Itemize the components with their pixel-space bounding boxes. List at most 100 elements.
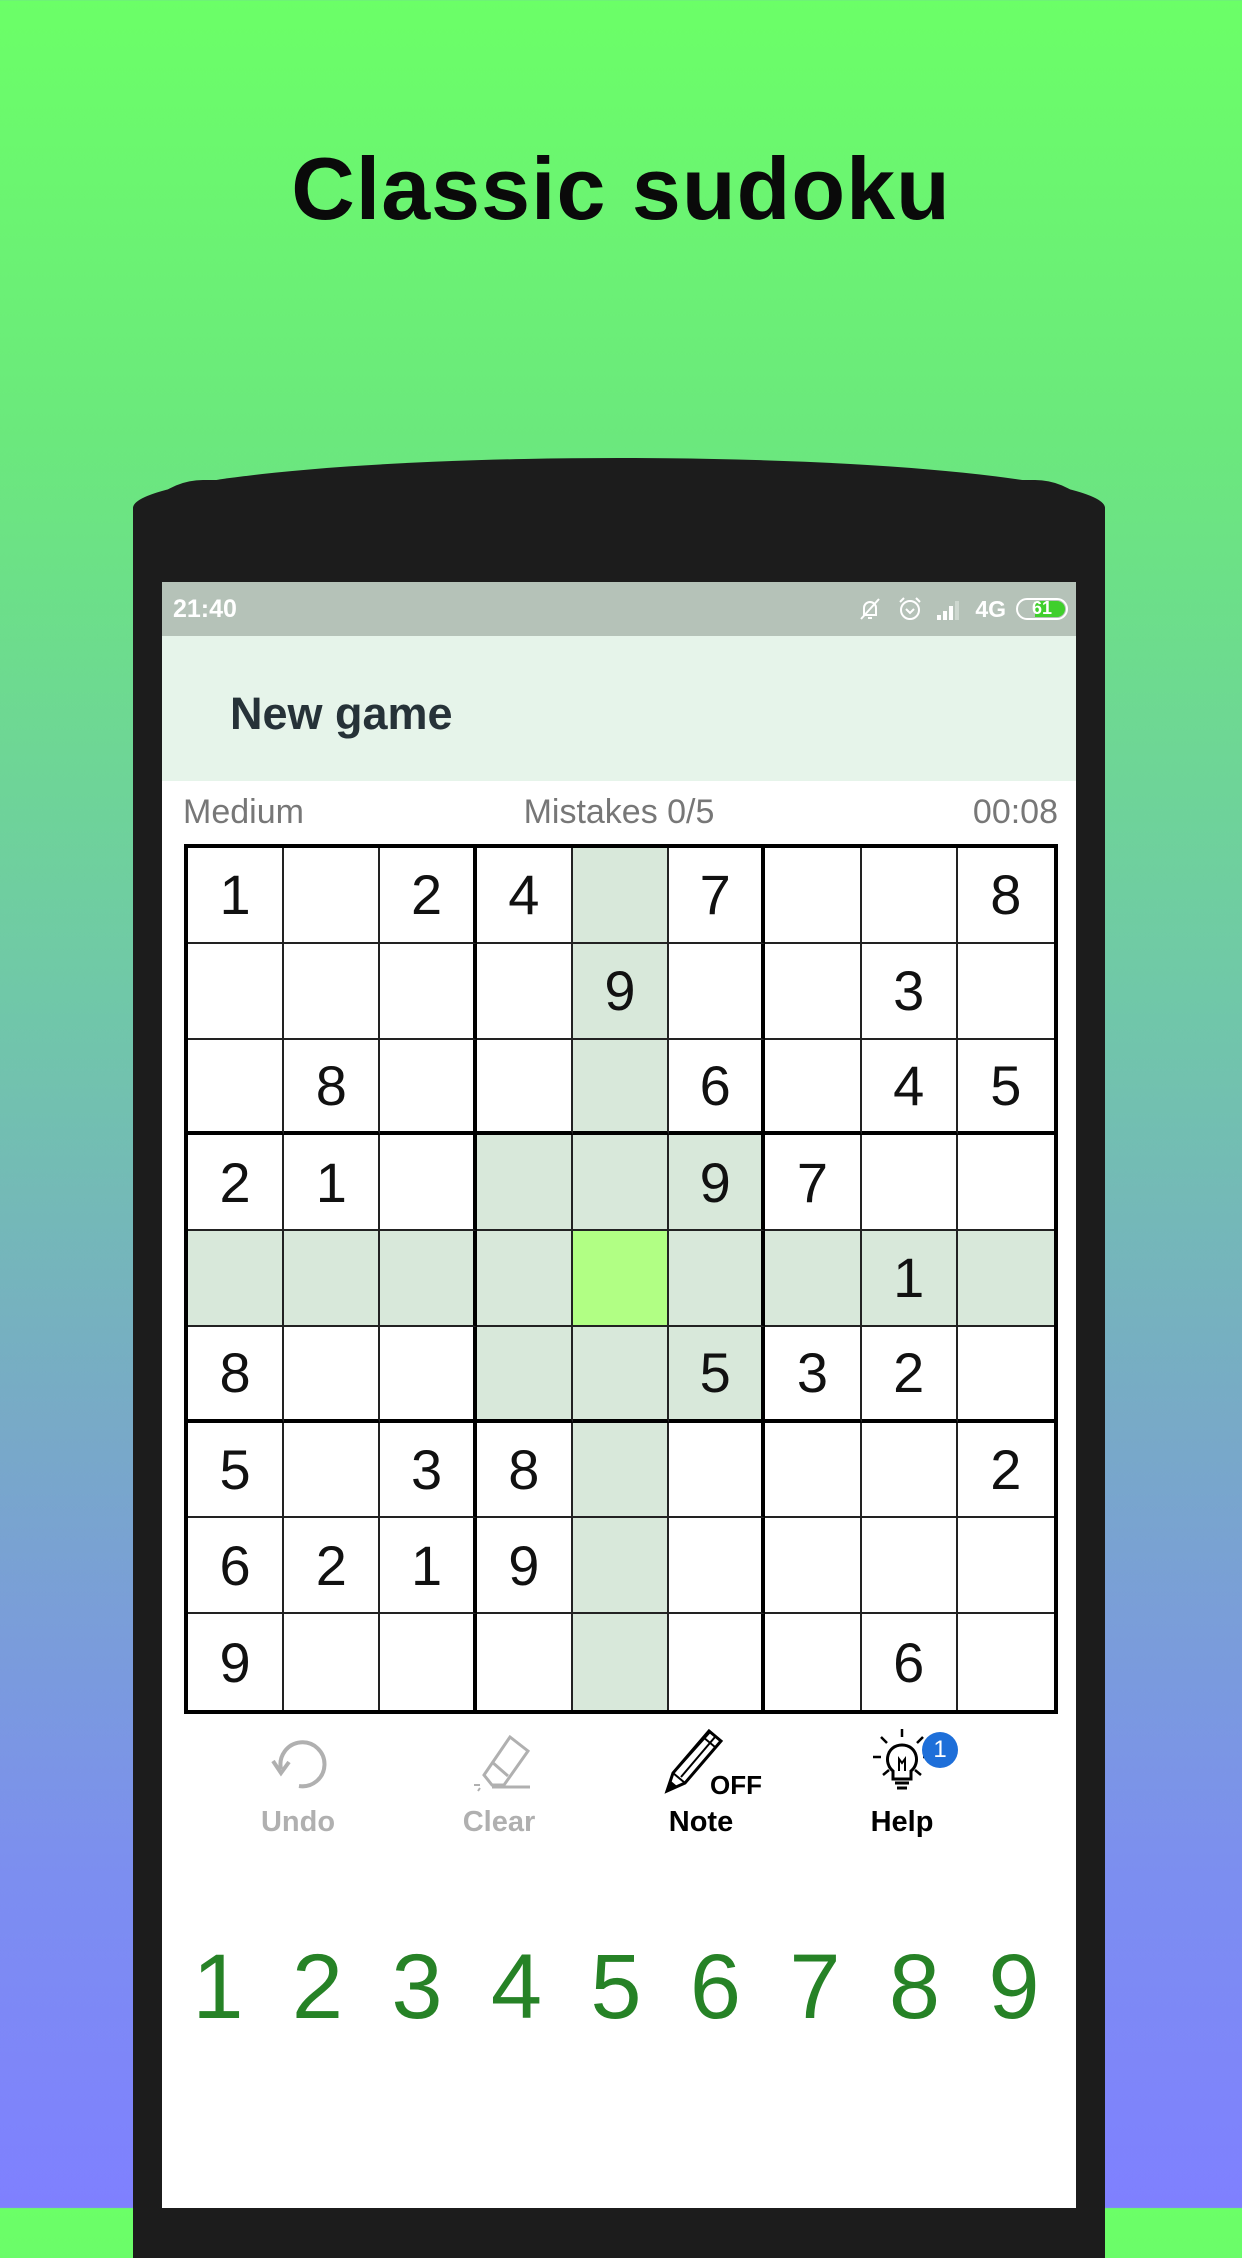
sudoku-cell[interactable]: 9 <box>669 1135 766 1232</box>
sudoku-cell[interactable] <box>765 1614 862 1710</box>
sudoku-cell[interactable] <box>669 1518 766 1615</box>
sudoku-cell[interactable]: 6 <box>188 1518 285 1615</box>
sudoku-cell[interactable] <box>572 1422 670 1519</box>
sudoku-cell[interactable] <box>476 1326 573 1423</box>
sudoku-cell[interactable]: 3 <box>765 1326 862 1423</box>
sudoku-cell[interactable]: 3 <box>861 943 958 1040</box>
number-key-3[interactable]: 3 <box>377 1932 457 2042</box>
app-title[interactable]: New game <box>230 688 453 740</box>
sudoku-cell[interactable]: 5 <box>188 1422 285 1519</box>
sudoku-cell[interactable] <box>476 1231 573 1327</box>
sudoku-cell[interactable] <box>284 1326 381 1423</box>
sudoku-cell[interactable] <box>669 1614 766 1710</box>
sudoku-cell[interactable] <box>572 848 670 944</box>
sudoku-cell[interactable] <box>957 1326 1054 1423</box>
sudoku-cell[interactable] <box>957 943 1054 1040</box>
sudoku-cell[interactable] <box>957 1135 1054 1232</box>
sudoku-cell[interactable] <box>380 1135 477 1232</box>
sudoku-cell[interactable] <box>476 1135 573 1232</box>
number-key-8[interactable]: 8 <box>875 1932 955 2042</box>
sudoku-cell[interactable]: 8 <box>284 1039 381 1136</box>
sudoku-cell[interactable]: 8 <box>957 848 1054 944</box>
help-label: Help <box>870 1806 934 1838</box>
undo-button[interactable]: Undo <box>218 1730 378 1839</box>
number-key-4[interactable]: 4 <box>477 1932 557 2042</box>
sudoku-cell[interactable] <box>572 1614 670 1710</box>
sudoku-cell[interactable] <box>380 1231 477 1327</box>
number-key-2[interactable]: 2 <box>278 1932 358 2042</box>
help-button[interactable]: 1 Help <box>822 1729 982 1839</box>
sudoku-cell[interactable] <box>765 943 862 1040</box>
sudoku-cell[interactable] <box>669 943 766 1040</box>
sudoku-cell[interactable] <box>765 1422 862 1519</box>
sudoku-cell[interactable] <box>861 848 958 944</box>
sudoku-cell[interactable]: 9 <box>188 1614 285 1710</box>
sudoku-cell[interactable] <box>284 1231 381 1327</box>
sudoku-cell[interactable] <box>188 943 285 1040</box>
sudoku-cell[interactable] <box>572 1326 670 1423</box>
sudoku-cell[interactable] <box>765 1518 862 1615</box>
sudoku-cell[interactable]: 4 <box>861 1039 958 1136</box>
sudoku-cell[interactable]: 2 <box>957 1422 1054 1519</box>
sudoku-cell[interactable] <box>669 1422 766 1519</box>
sudoku-cell[interactable]: 9 <box>476 1518 573 1615</box>
sudoku-cell[interactable] <box>572 1518 670 1615</box>
sudoku-cell[interactable] <box>188 1039 285 1136</box>
sudoku-cell[interactable]: 1 <box>284 1135 381 1232</box>
sudoku-cell[interactable]: 8 <box>476 1422 573 1519</box>
sudoku-cell[interactable]: 9 <box>572 943 670 1040</box>
sudoku-cell[interactable]: 1 <box>380 1518 477 1615</box>
sudoku-cell[interactable]: 5 <box>957 1039 1054 1136</box>
sudoku-cell[interactable] <box>957 1518 1054 1615</box>
sudoku-cell[interactable]: 6 <box>861 1614 958 1710</box>
sudoku-cell[interactable] <box>957 1231 1054 1327</box>
sudoku-cell[interactable] <box>572 1135 670 1232</box>
sudoku-cell[interactable] <box>765 1039 862 1136</box>
number-key-5[interactable]: 5 <box>576 1932 656 2042</box>
game-timer: 00:08 <box>972 793 1058 831</box>
game-info-row: Medium Mistakes 0/5 00:08 <box>162 781 1076 841</box>
sudoku-cell[interactable] <box>284 848 381 944</box>
number-key-1[interactable]: 1 <box>178 1932 258 2042</box>
sudoku-cell[interactable]: 7 <box>765 1135 862 1232</box>
sudoku-cell[interactable] <box>284 1422 381 1519</box>
sudoku-cell[interactable] <box>380 1039 477 1136</box>
sudoku-cell[interactable] <box>765 1231 862 1327</box>
sudoku-cell[interactable]: 5 <box>669 1326 766 1423</box>
sudoku-cell[interactable]: 2 <box>188 1135 285 1232</box>
clear-button[interactable]: Clear <box>419 1730 579 1839</box>
sudoku-cell[interactable] <box>861 1135 958 1232</box>
sudoku-cell[interactable] <box>572 1039 670 1136</box>
sudoku-cell[interactable]: 6 <box>669 1039 766 1136</box>
sudoku-cell[interactable] <box>476 1039 573 1136</box>
sudoku-cell[interactable]: 4 <box>476 848 573 944</box>
network-type: 4G <box>975 595 1006 622</box>
number-key-6[interactable]: 6 <box>676 1932 756 2042</box>
sudoku-cell[interactable] <box>476 943 573 1040</box>
sudoku-cell[interactable]: 3 <box>380 1422 477 1519</box>
sudoku-cell[interactable] <box>380 1614 477 1710</box>
sudoku-cell[interactable] <box>765 848 862 944</box>
battery-level: 61 <box>1031 598 1053 618</box>
sudoku-cell[interactable]: 2 <box>861 1326 958 1423</box>
sudoku-cell[interactable]: 1 <box>188 848 285 944</box>
sudoku-cell[interactable] <box>476 1614 573 1710</box>
sudoku-cell[interactable]: 2 <box>380 848 477 944</box>
number-key-7[interactable]: 7 <box>775 1932 855 2042</box>
sudoku-cell[interactable] <box>572 1231 670 1327</box>
sudoku-cell[interactable]: 1 <box>861 1231 958 1327</box>
number-key-9[interactable]: 9 <box>974 1932 1054 2042</box>
sudoku-cell[interactable] <box>861 1422 958 1519</box>
sudoku-cell[interactable] <box>957 1614 1054 1710</box>
sudoku-cell[interactable] <box>284 1614 381 1710</box>
sudoku-cell[interactable] <box>284 943 381 1040</box>
sudoku-cell[interactable] <box>861 1518 958 1615</box>
sudoku-cell[interactable]: 2 <box>284 1518 381 1615</box>
sudoku-cell[interactable] <box>380 1326 477 1423</box>
sudoku-cell[interactable]: 8 <box>188 1326 285 1423</box>
sudoku-cell[interactable] <box>380 943 477 1040</box>
sudoku-cell[interactable] <box>188 1231 285 1327</box>
sudoku-cell[interactable]: 7 <box>669 848 766 944</box>
sudoku-cell[interactable] <box>669 1231 766 1327</box>
note-toggle-button[interactable]: OFF Note <box>621 1728 781 1839</box>
